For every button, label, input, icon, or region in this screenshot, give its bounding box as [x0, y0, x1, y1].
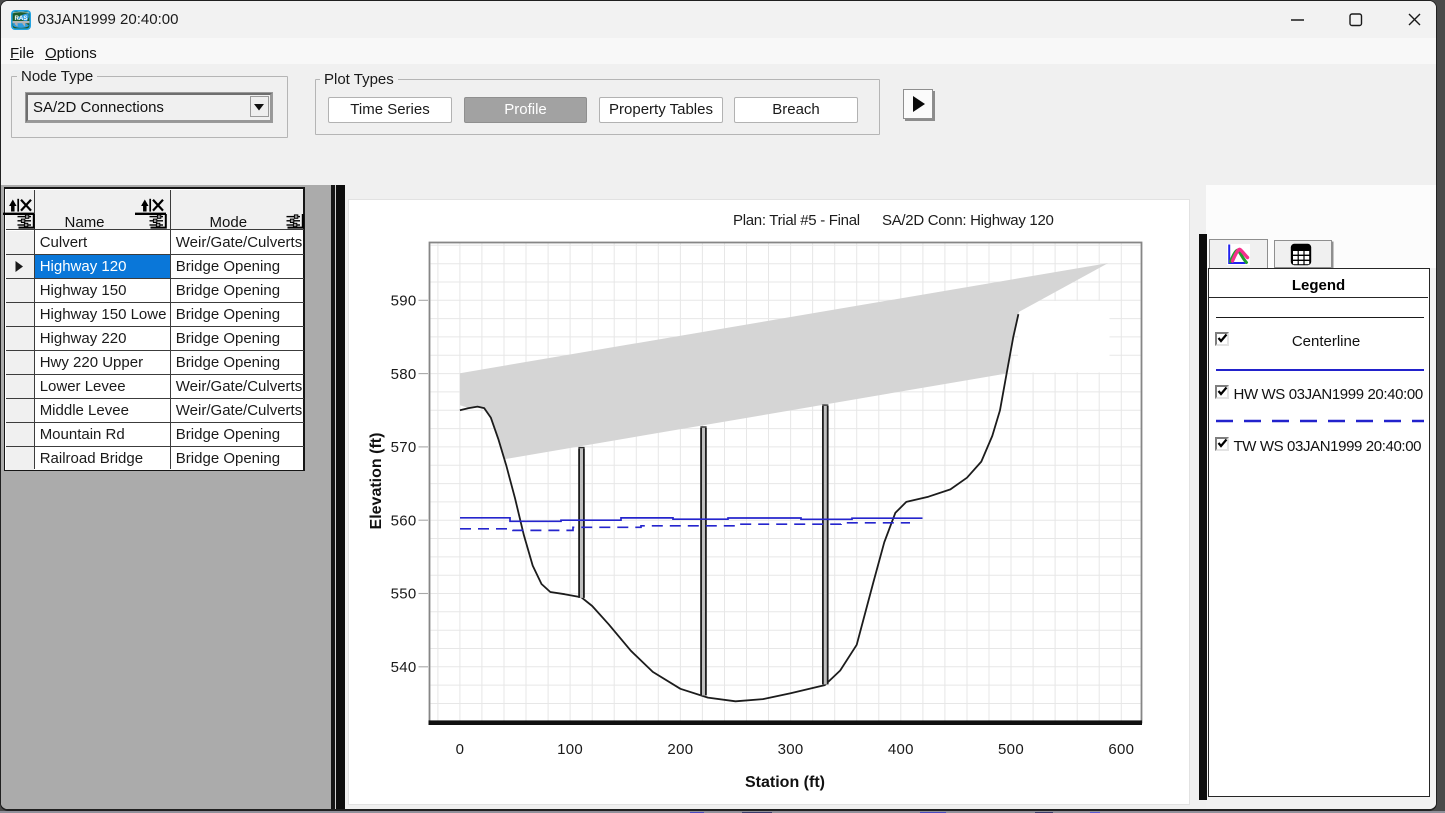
svg-text:Elevation (ft): Elevation (ft) [368, 433, 385, 530]
svg-text:560: 560 [391, 512, 417, 529]
svg-text:0: 0 [456, 741, 465, 758]
svg-text:300: 300 [778, 741, 804, 758]
svg-text:Plan: Trial #5 - Final: Plan: Trial #5 - Final [733, 212, 860, 229]
svg-text:570: 570 [391, 439, 417, 456]
svg-text:400: 400 [888, 741, 914, 758]
svg-text:600: 600 [1108, 741, 1134, 758]
svg-text:590: 590 [391, 293, 417, 310]
svg-text:200: 200 [667, 741, 693, 758]
svg-text:580: 580 [391, 366, 417, 383]
svg-text:SA/2D Conn: Highway 120: SA/2D Conn: Highway 120 [882, 212, 1054, 229]
svg-text:550: 550 [391, 586, 417, 603]
svg-text:540: 540 [391, 659, 417, 676]
svg-text:Station (ft): Station (ft) [745, 774, 825, 791]
svg-text:RAS: RAS [14, 15, 27, 22]
svg-text:500: 500 [998, 741, 1024, 758]
svg-text:100: 100 [557, 741, 583, 758]
